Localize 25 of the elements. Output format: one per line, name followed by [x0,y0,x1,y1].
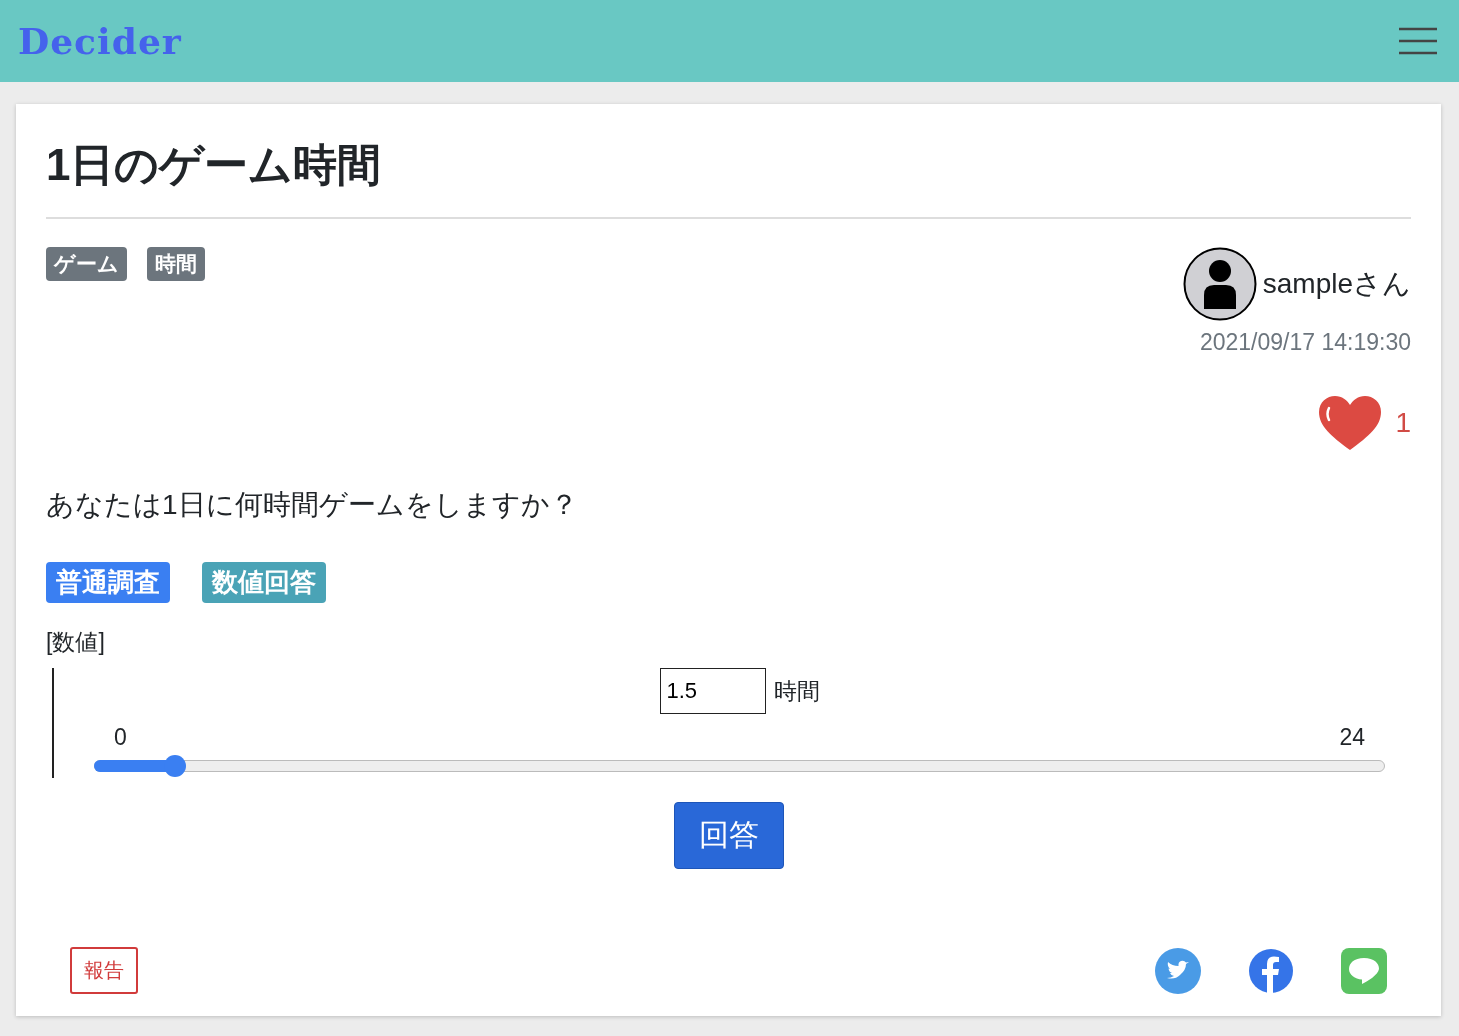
submit-button[interactable]: 回答 [673,802,784,869]
post-date: 2021/09/17 14:19:30 [1199,329,1411,356]
like-count: 1 [1395,407,1411,439]
facebook-icon[interactable] [1248,947,1294,994]
slider-max: 24 [1339,724,1365,751]
unit-label: 時間 [773,676,820,706]
question-text: あなたは1日に何時間ゲームをしますか？ [46,488,579,522]
heart-icon[interactable] [1319,396,1382,450]
avatar-icon [1182,247,1257,321]
menu-button[interactable] [1399,25,1437,57]
logo[interactable]: Decider [18,20,182,62]
tag[interactable]: 時間 [147,247,205,281]
chat-bubble-icon[interactable] [1341,947,1387,994]
answer-label: [数値] [46,628,106,657]
range-slider[interactable] [94,755,1385,777]
survey-type-badge: 普通調査 [46,562,170,603]
tag[interactable]: ゲーム [46,247,127,281]
bird-icon[interactable] [1155,947,1201,994]
survey-type-badge: 数値回答 [202,562,326,603]
slider-thumb[interactable] [163,755,186,777]
report-button[interactable]: 報告 [70,947,138,994]
author-name[interactable]: sampleさん [1262,265,1411,303]
question-title: 1日のゲーム時間 [46,136,1411,219]
slider-min: 0 [114,724,127,751]
number-input[interactable]: 1.5 [659,668,766,714]
